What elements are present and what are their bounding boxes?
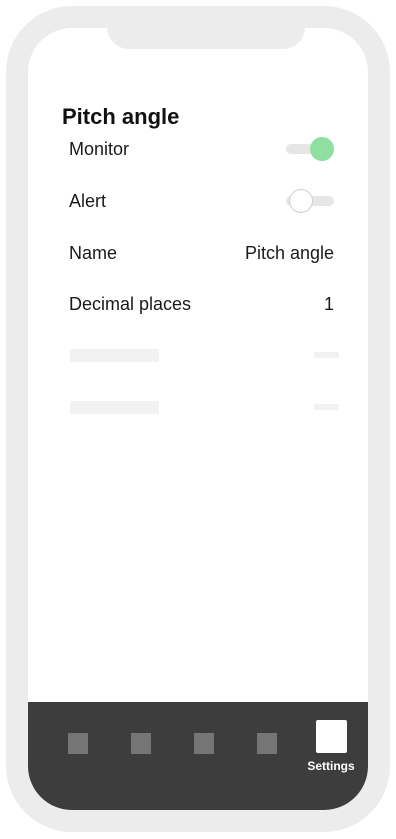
settings-row-monitor: Monitor: [69, 134, 334, 164]
decimal-places-label: Decimal places: [69, 293, 192, 314]
settings-row-alert: Alert: [69, 186, 334, 216]
phone-notch: [107, 28, 305, 49]
tab-placeholder-icon[interactable]: [131, 733, 151, 754]
settings-row-decimal-places[interactable]: Decimal places 1: [69, 289, 334, 319]
alert-label: Alert: [69, 190, 107, 211]
alert-toggle[interactable]: [286, 189, 334, 213]
page-title: Pitch angle: [62, 104, 180, 129]
alert-toggle-knob: [289, 189, 313, 213]
name-value[interactable]: Pitch angle: [245, 243, 334, 264]
monitor-toggle-knob: [310, 137, 334, 161]
tab-placeholder-icon[interactable]: [68, 733, 88, 754]
settings-row-name[interactable]: Name Pitch angle: [69, 238, 334, 268]
placeholder-value-1: [314, 352, 339, 358]
tab-settings-label: Settings: [307, 759, 355, 773]
tab-placeholder-icon[interactable]: [194, 733, 214, 754]
tab-placeholder-icon[interactable]: [257, 733, 277, 754]
tab-settings[interactable]: Settings: [306, 720, 356, 773]
placeholder-label-1: [70, 349, 159, 362]
monitor-toggle[interactable]: [286, 137, 334, 161]
monitor-label: Monitor: [69, 138, 130, 159]
phone-frame: Pitch angle Monitor Alert Name Pitch ang…: [6, 6, 390, 832]
name-label: Name: [69, 242, 118, 263]
placeholder-label-2: [70, 401, 159, 414]
tab-bar: Settings: [28, 702, 368, 810]
placeholder-value-2: [314, 404, 339, 410]
settings-icon: [315, 720, 347, 753]
decimal-places-value[interactable]: 1: [324, 294, 334, 315]
